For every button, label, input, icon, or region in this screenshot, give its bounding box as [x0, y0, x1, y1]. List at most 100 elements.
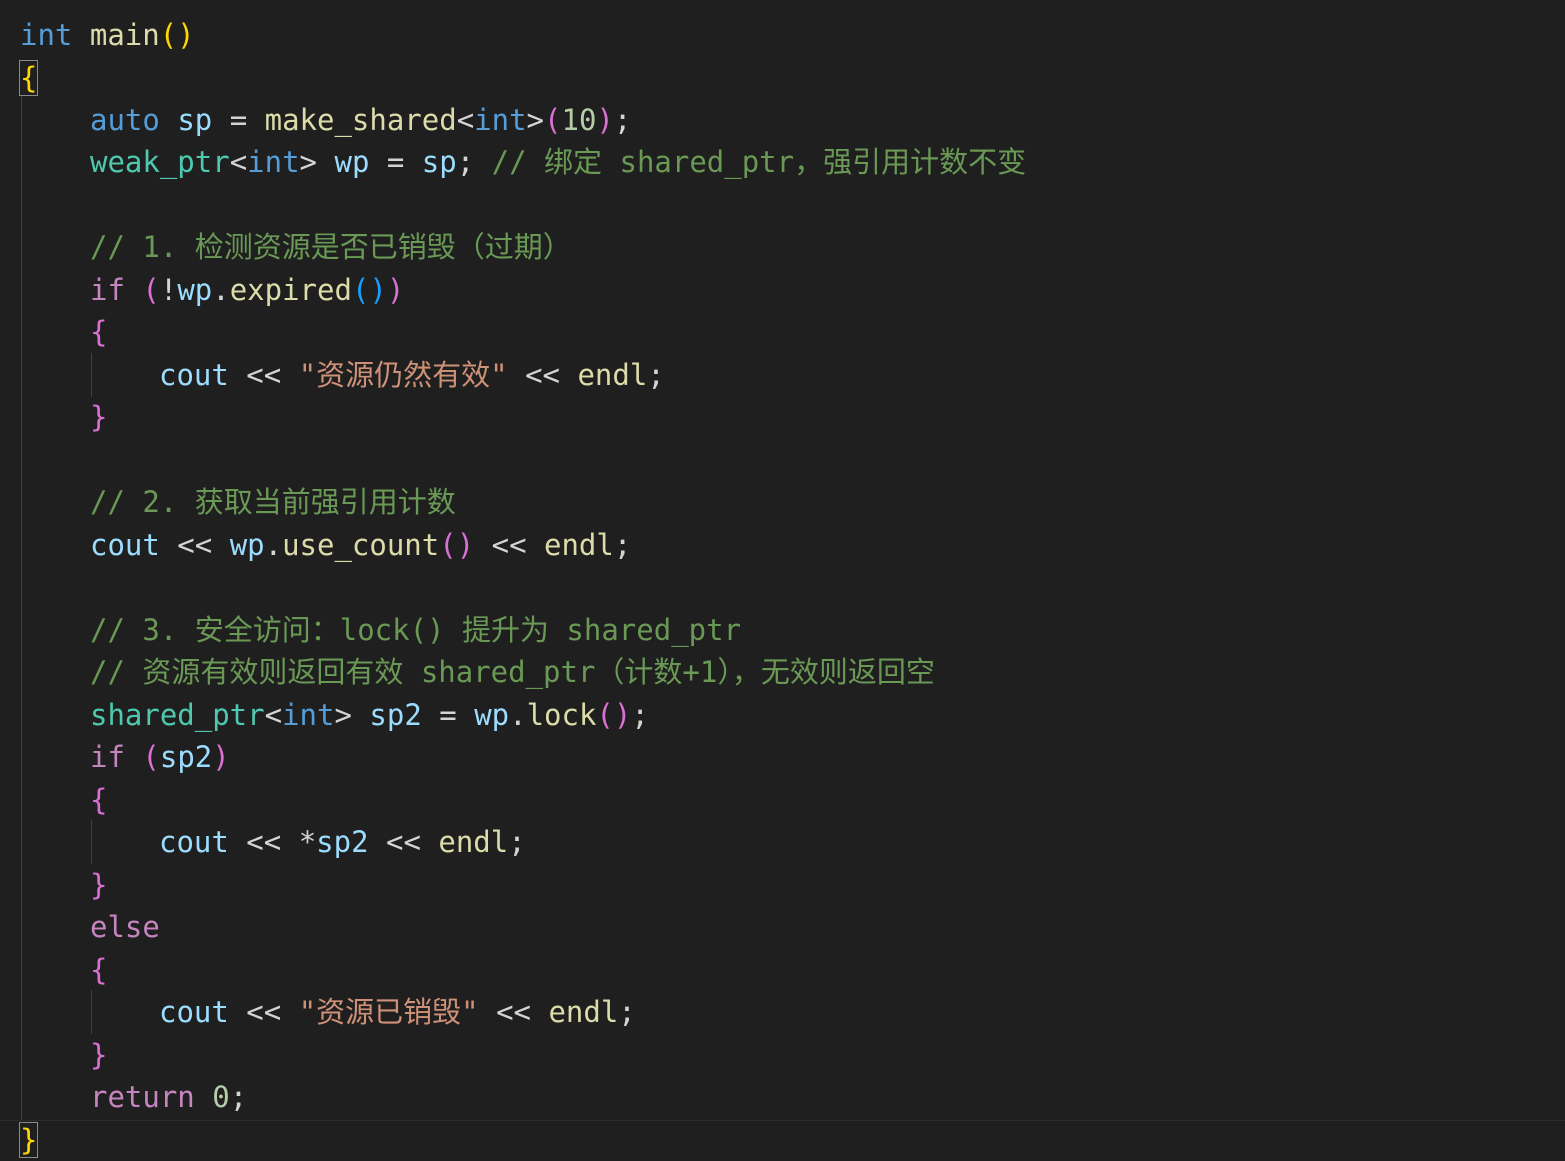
- code-token: sp: [421, 145, 457, 179]
- code-token: <: [456, 103, 475, 137]
- code-token: }: [90, 868, 108, 902]
- code-token: !: [159, 273, 178, 307]
- code-token: >: [299, 145, 318, 179]
- code-token: =: [369, 145, 422, 179]
- code-token: (: [142, 273, 160, 307]
- code-token: int: [247, 145, 300, 179]
- code-token: ;: [613, 103, 632, 137]
- code-token: <<: [474, 528, 544, 562]
- code-token: ): [596, 103, 614, 137]
- code-token: // 资源有效则返回有效 shared_ptr（计数+1），无效则返回空: [90, 655, 935, 689]
- code-token: endl: [548, 995, 619, 1029]
- code-token: <<: [368, 825, 439, 859]
- code-line[interactable]: if (!wp.expired()): [90, 269, 404, 311]
- code-line[interactable]: auto sp = make_shared<int>(10);: [90, 99, 631, 141]
- code-token: =: [212, 103, 265, 137]
- code-token: ): [386, 273, 405, 307]
- code-token: int: [20, 18, 73, 52]
- code-line[interactable]: // 资源有效则返回有效 shared_ptr（计数+1），无效则返回空: [90, 651, 935, 693]
- code-token: if: [90, 273, 125, 307]
- code-line[interactable]: {: [90, 311, 107, 353]
- code-token: cout: [159, 825, 229, 859]
- code-token: endl: [577, 358, 648, 392]
- code-token: ;: [456, 145, 492, 179]
- code-token: // 绑定 shared_ptr，强引用计数不变: [491, 145, 1027, 179]
- code-token: 10: [561, 103, 597, 137]
- code-token: auto: [90, 103, 160, 137]
- code-token: ): [456, 528, 475, 562]
- code-line[interactable]: cout << "资源仍然有效" << endl;: [159, 354, 665, 396]
- code-editor[interactable]: int main(){auto sp = make_shared<int>(10…: [0, 0, 1565, 1160]
- code-token: sp: [177, 103, 213, 137]
- code-token: ): [369, 273, 387, 307]
- code-token: ): [212, 740, 230, 774]
- code-token: use_count: [282, 528, 440, 562]
- code-token: endl: [438, 825, 509, 859]
- code-token: shared_ptr: [90, 698, 265, 732]
- code-token: else: [90, 910, 160, 944]
- code-line[interactable]: else: [90, 906, 160, 948]
- code-line[interactable]: {: [90, 779, 107, 821]
- code-line[interactable]: return 0;: [90, 1076, 247, 1118]
- code-token: ): [177, 18, 195, 52]
- code-token: }: [18, 1122, 39, 1158]
- code-token: (: [596, 698, 614, 732]
- code-line[interactable]: }: [18, 1119, 39, 1161]
- code-token: // 3. 安全访问：lock() 提升为 shared_ptr: [90, 613, 742, 647]
- code-token: <: [264, 698, 283, 732]
- code-token: "资源已销毁": [298, 995, 479, 1029]
- code-token: sp2: [369, 698, 422, 732]
- code-token: >: [526, 103, 545, 137]
- code-token: .: [212, 273, 230, 307]
- code-line[interactable]: // 1. 检测资源是否已销毁（过期）: [90, 226, 572, 268]
- code-line[interactable]: // 2. 获取当前强引用计数: [90, 481, 456, 523]
- code-line[interactable]: if (sp2): [90, 736, 230, 778]
- code-token: wp: [177, 273, 213, 307]
- code-token: ;: [618, 995, 636, 1029]
- code-line[interactable]: cout << *sp2 << endl;: [159, 821, 526, 863]
- code-line[interactable]: cout << "资源已销毁" << endl;: [159, 991, 636, 1033]
- code-token: wp: [229, 528, 265, 562]
- code-line[interactable]: cout << wp.use_count() << endl;: [90, 524, 631, 566]
- code-token: weak_ptr: [90, 145, 230, 179]
- code-token: <: [229, 145, 248, 179]
- code-token: ;: [613, 528, 632, 562]
- code-line[interactable]: shared_ptr<int> sp2 = wp.lock();: [90, 694, 649, 736]
- code-token: ;: [647, 358, 665, 392]
- code-token: (: [159, 18, 178, 52]
- code-token: expired: [229, 273, 352, 307]
- code-line[interactable]: }: [90, 864, 107, 906]
- code-token: {: [90, 953, 108, 987]
- code-line[interactable]: }: [90, 1034, 107, 1076]
- code-line[interactable]: }: [90, 396, 107, 438]
- code-token: endl: [544, 528, 614, 562]
- indent-guide-if-block: [91, 353, 92, 397]
- code-token: {: [18, 60, 39, 96]
- code-line[interactable]: int main(): [20, 14, 195, 56]
- code-line[interactable]: {: [90, 949, 107, 991]
- code-token: <<: [159, 528, 230, 562]
- code-token: (: [142, 740, 160, 774]
- code-token: .: [264, 528, 283, 562]
- code-token: int: [282, 698, 335, 732]
- code-token: }: [90, 1038, 108, 1072]
- code-token: if: [90, 740, 125, 774]
- code-line[interactable]: weak_ptr<int> wp = sp; // 绑定 shared_ptr，…: [90, 141, 1026, 183]
- code-token: make_shared: [264, 103, 457, 137]
- code-token: {: [90, 783, 108, 817]
- code-token: // 1. 检测资源是否已销毁（过期）: [90, 230, 572, 264]
- code-token: cout: [159, 995, 229, 1029]
- code-token: =: [421, 698, 475, 732]
- indent-guide-if-sp2-block: [91, 820, 92, 864]
- code-token: .: [509, 698, 527, 732]
- code-token: {: [90, 315, 108, 349]
- code-line[interactable]: // 3. 安全访问：lock() 提升为 shared_ptr: [90, 609, 741, 651]
- code-line[interactable]: {: [18, 57, 39, 99]
- code-token: main: [89, 18, 160, 52]
- code-token: <<: [228, 825, 299, 859]
- code-token: lock: [526, 698, 597, 732]
- code-token: ;: [508, 825, 526, 859]
